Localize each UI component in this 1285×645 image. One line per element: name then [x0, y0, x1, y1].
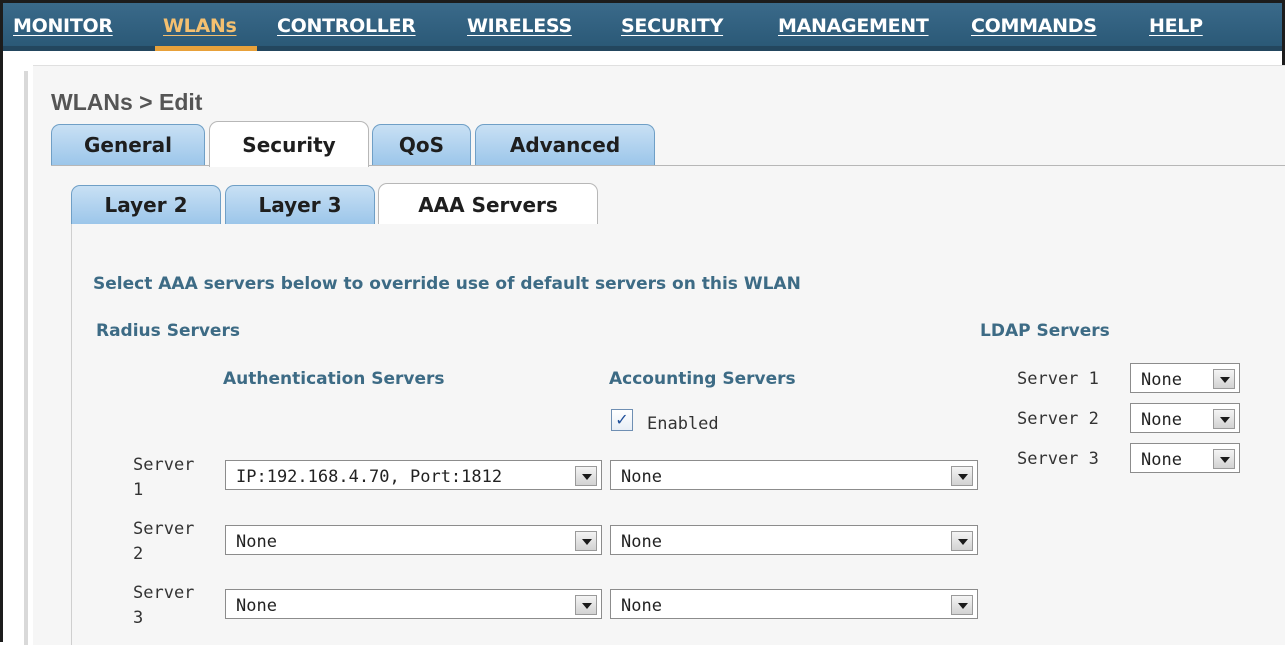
tab-aaa-servers[interactable]: AAA Servers	[378, 183, 598, 226]
auth-server-1-value: IP:192.168.4.70, Port:1812	[236, 467, 503, 487]
chevron-down-icon	[951, 466, 973, 486]
server-row-label: Server	[133, 519, 195, 539]
ldap-server-2-select[interactable]: None	[1130, 403, 1240, 433]
accounting-servers-heading: Accounting Servers	[609, 369, 796, 389]
top-nav-bar: MONITOR WLANs CONTROLLER WIRELESS SECURI…	[3, 3, 1282, 51]
nav-commands[interactable]: COMMANDS	[971, 15, 1097, 37]
chevron-down-icon	[951, 531, 973, 551]
tab-qos[interactable]: QoS	[372, 124, 471, 165]
accounting-enabled-label: Enabled	[647, 414, 719, 434]
ldap-server-1-label: Server 1	[1017, 369, 1099, 389]
auth-server-2-select[interactable]: None	[225, 525, 602, 555]
chevron-down-icon	[1213, 409, 1235, 429]
tab-general[interactable]: General	[51, 124, 205, 165]
server-row-number: 2	[133, 544, 144, 564]
nav-wireless[interactable]: WIRELESS	[467, 15, 572, 37]
nav-wlans[interactable]: WLANs	[163, 15, 237, 37]
ldap-server-1-value: None	[1141, 370, 1182, 390]
chevron-down-icon	[1213, 449, 1235, 469]
ldap-server-3-select[interactable]: None	[1130, 443, 1240, 473]
nav-management[interactable]: MANAGEMENT	[778, 15, 929, 37]
nav-monitor[interactable]: MONITOR	[13, 15, 113, 37]
nav-help[interactable]: HELP	[1149, 15, 1203, 37]
nav-controller[interactable]: CONTROLLER	[277, 15, 416, 37]
left-divider	[24, 71, 28, 645]
ldap-server-3-value: None	[1141, 450, 1182, 470]
auth-server-2-value: None	[236, 532, 277, 552]
server-row-label: Server	[133, 583, 195, 603]
auth-server-3-value: None	[236, 596, 277, 616]
nav-active-indicator	[155, 46, 257, 51]
ldap-servers-heading: LDAP Servers	[980, 321, 1110, 341]
ldap-server-2-value: None	[1141, 410, 1182, 430]
acct-server-1-select[interactable]: None	[610, 460, 978, 490]
chevron-down-icon	[575, 466, 597, 486]
nav-security[interactable]: SECURITY	[621, 15, 723, 37]
radius-servers-heading: Radius Servers	[96, 321, 240, 341]
acct-server-2-value: None	[621, 532, 662, 552]
accounting-enabled-checkbox[interactable]: ✓	[611, 409, 633, 431]
acct-server-2-select[interactable]: None	[610, 525, 978, 555]
aaa-intro-text: Select AAA servers below to override use…	[93, 274, 801, 294]
ldap-server-2-label: Server 2	[1017, 409, 1099, 429]
acct-server-3-value: None	[621, 596, 662, 616]
server-row-number: 1	[133, 480, 144, 500]
tab-security[interactable]: Security	[209, 121, 369, 167]
chevron-down-icon	[951, 595, 973, 615]
ldap-server-1-select[interactable]: None	[1130, 363, 1240, 393]
auth-server-3-select[interactable]: None	[225, 589, 602, 619]
server-row-label: Server	[133, 455, 195, 475]
auth-server-1-select[interactable]: IP:192.168.4.70, Port:1812	[225, 460, 602, 490]
acct-server-1-value: None	[621, 467, 662, 487]
tab-advanced[interactable]: Advanced	[475, 124, 655, 165]
authentication-servers-heading: Authentication Servers	[223, 369, 445, 389]
app-window: MONITOR WLANs CONTROLLER WIRELESS SECURI…	[0, 0, 1285, 645]
page-title: WLANs > Edit	[51, 89, 203, 115]
tab-layer2[interactable]: Layer 2	[71, 185, 221, 224]
server-row-number: 3	[133, 608, 144, 628]
chevron-down-icon	[575, 595, 597, 615]
ldap-server-3-label: Server 3	[1017, 449, 1099, 469]
chevron-down-icon	[1213, 369, 1235, 389]
chevron-down-icon	[575, 531, 597, 551]
acct-server-3-select[interactable]: None	[610, 589, 978, 619]
tab-layer3[interactable]: Layer 3	[225, 185, 375, 224]
